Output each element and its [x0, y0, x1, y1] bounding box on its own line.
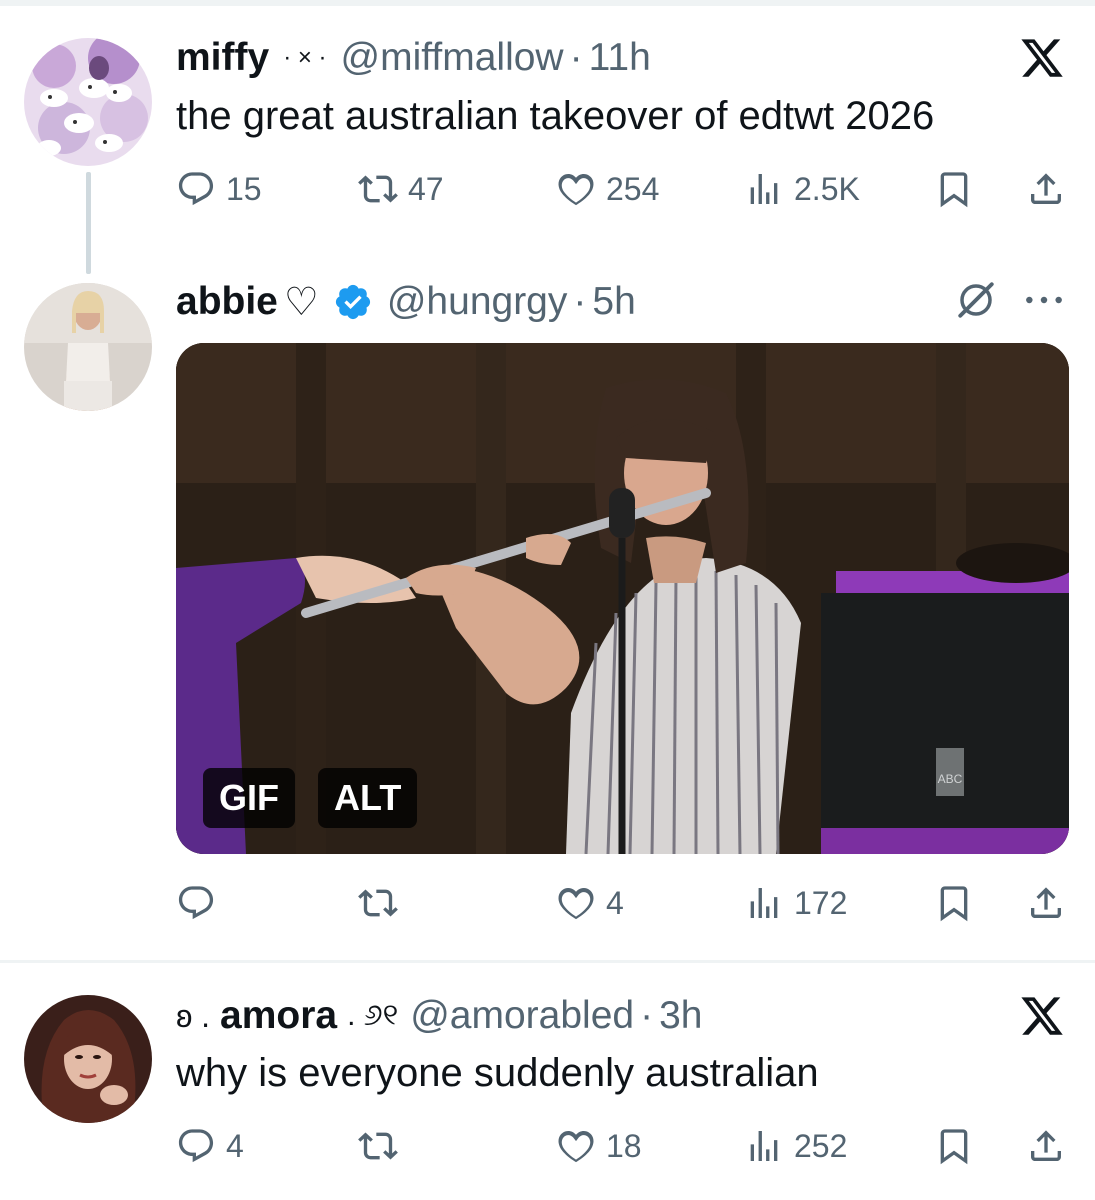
retweet-icon — [358, 1132, 398, 1160]
tweet-amora[interactable]: ʚ . amora . ୬୧ @amorabled · 3h why is ev… — [0, 963, 1095, 1200]
display-name[interactable]: abbie — [176, 280, 278, 324]
name-suffix: . ୬୧ — [347, 999, 399, 1032]
timestamp[interactable]: 5h — [592, 280, 635, 324]
tweet-text: why is everyone suddenly australian — [176, 1051, 819, 1095]
tweet-header: abbie ♡ @hungrgy · 5h — [176, 277, 636, 327]
action-bar: 15 47 254 2.5K — [176, 163, 1066, 215]
timestamp[interactable]: 11h — [589, 36, 651, 80]
more-icon[interactable] — [1022, 285, 1066, 315]
share-button[interactable] — [1026, 163, 1066, 215]
name-prefix: ʚ . — [176, 997, 211, 1034]
retweet-icon — [358, 175, 398, 203]
bookmark-button[interactable] — [934, 1120, 974, 1172]
reply-button[interactable]: 15 — [176, 163, 262, 215]
grok-icon[interactable] — [955, 279, 997, 321]
like-count: 4 — [606, 884, 624, 921]
reply-button[interactable] — [176, 877, 226, 929]
views-button[interactable]: 2.5K — [744, 163, 860, 215]
display-name[interactable]: amora — [220, 994, 337, 1038]
retweet-count: 47 — [408, 170, 444, 207]
like-icon — [558, 1130, 594, 1163]
timestamp[interactable]: 3h — [659, 994, 702, 1038]
retweet-button[interactable] — [358, 877, 408, 929]
like-icon — [558, 887, 594, 920]
reply-icon — [178, 1129, 214, 1163]
separator-dot: · — [640, 994, 654, 1037]
views-icon — [750, 888, 778, 918]
tweet-text: the great australian takeover of edtwt 2… — [176, 94, 935, 138]
views-icon — [750, 174, 778, 204]
views-button[interactable]: 252 — [744, 1120, 847, 1172]
view-count: 252 — [794, 1127, 848, 1164]
reply-icon — [178, 886, 214, 920]
handle[interactable]: @hungrgy — [387, 280, 568, 324]
x-logo-icon — [1021, 997, 1063, 1035]
views-icon — [750, 1131, 778, 1161]
retweet-button[interactable]: 47 — [358, 163, 444, 215]
like-button[interactable]: 4 — [556, 877, 624, 929]
svg-text:ABC: ABC — [938, 772, 963, 786]
verified-icon — [335, 284, 370, 320]
display-name[interactable]: miffy — [176, 36, 269, 80]
bookmark-icon — [940, 172, 968, 208]
bookmark-icon — [940, 1129, 968, 1165]
name-decoration: ♡ — [283, 280, 319, 324]
separator-dot: · — [569, 36, 583, 79]
bookmark-button[interactable] — [934, 163, 974, 215]
thread-line — [86, 172, 91, 274]
reply-button[interactable]: 4 — [176, 1120, 244, 1172]
share-icon — [1031, 173, 1061, 204]
share-button[interactable] — [1026, 877, 1066, 929]
x-logo-icon — [1021, 39, 1063, 77]
avatar-amora[interactable] — [24, 995, 152, 1123]
views-button[interactable]: 172 — [744, 877, 847, 929]
like-button[interactable]: 18 — [556, 1120, 642, 1172]
avatar-abbie[interactable] — [24, 283, 152, 411]
avatar-miffy[interactable] — [24, 38, 152, 166]
like-icon — [558, 173, 594, 206]
action-bar: 4 18 252 — [176, 1120, 1066, 1172]
bookmark-button[interactable] — [934, 877, 974, 929]
share-icon — [1031, 1130, 1061, 1161]
retweet-button[interactable] — [358, 1120, 408, 1172]
view-count: 2.5K — [794, 170, 860, 207]
handle[interactable]: @miffmallow — [341, 36, 564, 80]
reply-count: 15 — [226, 170, 262, 207]
separator-dot: · — [573, 280, 587, 323]
handle[interactable]: @amorabled — [410, 994, 634, 1038]
media-gif[interactable]: ABC — [176, 343, 1069, 854]
action-bar: 4 172 — [176, 877, 1066, 929]
reply-count: 4 — [226, 1127, 244, 1164]
like-count: 18 — [606, 1127, 642, 1164]
share-button[interactable] — [1026, 1120, 1066, 1172]
retweet-icon — [358, 889, 398, 917]
like-count: 254 — [606, 170, 660, 207]
gif-badge: GIF — [203, 768, 295, 828]
reply-icon — [178, 172, 214, 206]
tweet-miffy[interactable]: miffy · × · @miffmallow · 11h the great … — [0, 0, 1095, 275]
bookmark-icon — [940, 886, 968, 922]
name-decoration: · × · — [283, 44, 327, 71]
like-button[interactable]: 254 — [556, 163, 659, 215]
view-count: 172 — [794, 884, 848, 921]
tweet-header: ʚ . amora . ୬୧ @amorabled · 3h — [176, 991, 702, 1041]
share-icon — [1031, 887, 1061, 918]
alt-badge[interactable]: ALT — [318, 768, 418, 828]
tweet-header: miffy · × · @miffmallow · 11h — [176, 33, 651, 83]
